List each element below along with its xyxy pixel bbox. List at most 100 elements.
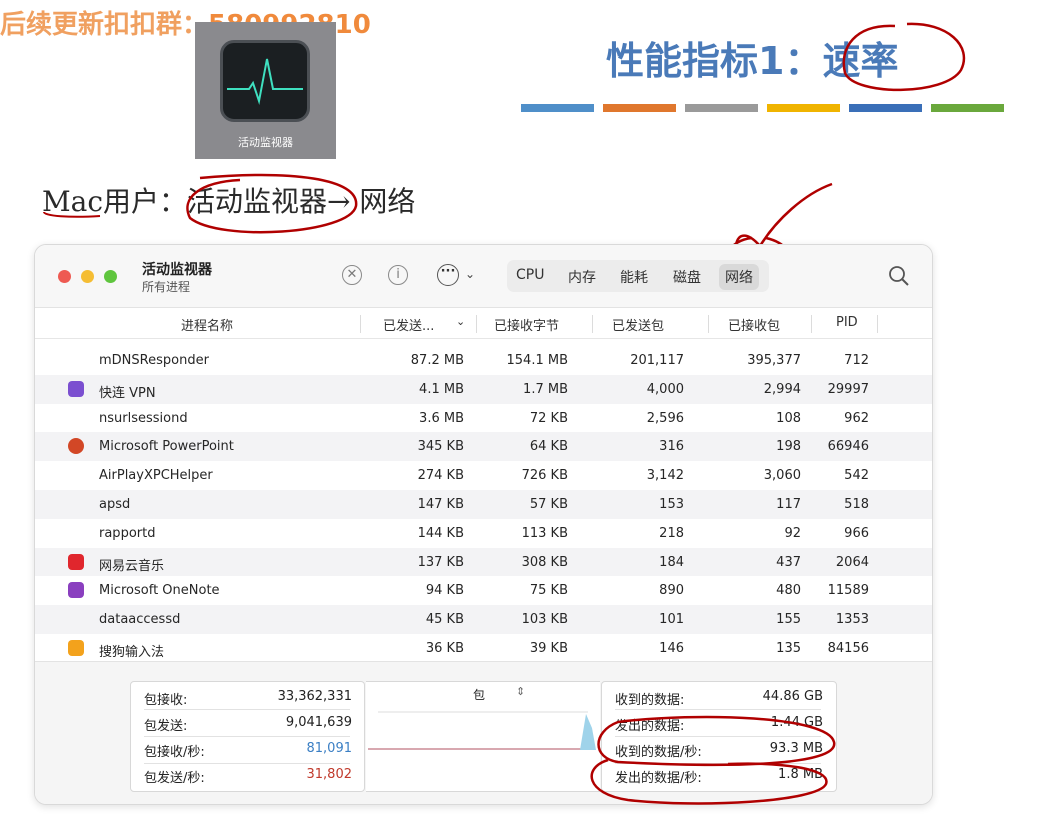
pid: 2064 (835, 554, 869, 570)
bytes-received: 103 KB (521, 612, 568, 628)
bytes-received: 39 KB (529, 640, 568, 656)
sogou-icon (68, 639, 84, 656)
stat-label: 包发送/秒: (144, 771, 205, 786)
row-app-icon (68, 467, 84, 483)
pid: 962 (844, 410, 869, 426)
packets-sent: 184 (659, 554, 684, 570)
bytes-received: 72 KB (529, 410, 568, 426)
bytes-sent: 36 KB (425, 640, 464, 656)
packets-received: 92 (784, 525, 801, 541)
process-name: mDNSResponder (99, 353, 209, 368)
tab-memory[interactable]: 内存 (568, 267, 596, 287)
table-row[interactable]: Microsoft PowerPoint 345 KB 64 KB 316 19… (35, 432, 932, 462)
window-toolbar: 活动监视器 所有进程 ✕ i ··· ⌄ CPU 内存 能耗 磁盘 网络 (35, 245, 932, 308)
more-options-icon[interactable]: ··· (437, 264, 459, 286)
process-name: 搜狗输入法 (99, 644, 165, 660)
pid: 11589 (827, 583, 869, 599)
powerpoint-icon (68, 438, 84, 455)
pid: 1353 (835, 612, 869, 628)
chevron-updown-icon[interactable]: ⇕ (516, 685, 525, 698)
packets-received: 437 (776, 554, 801, 570)
column-separator (811, 315, 812, 333)
tab-network[interactable]: 网络 (719, 264, 759, 290)
divider (615, 709, 821, 710)
stat-label: 包发送: (144, 719, 188, 734)
packets-sent: 201,117 (630, 353, 684, 368)
stop-process-icon[interactable]: ✕ (342, 265, 362, 285)
packets-received: 135 (776, 640, 801, 656)
bytes-received: 726 KB (521, 468, 568, 484)
packets-received: 480 (776, 583, 801, 599)
color-bar-segment (603, 104, 676, 112)
chevron-down-icon[interactable]: ⌄ (465, 267, 475, 281)
table-row[interactable]: apsd 147 KB 57 KB 153 117 518 (35, 489, 932, 519)
close-window-button[interactable] (58, 270, 71, 283)
packets-received: 395,377 (747, 353, 801, 368)
process-name: dataaccessd (99, 612, 181, 628)
packets-sent: 890 (659, 583, 684, 599)
table-row[interactable]: 搜狗输入法 36 KB 39 KB 146 135 84156 (35, 634, 932, 663)
process-name: apsd (99, 496, 131, 512)
pid: 518 (844, 496, 869, 512)
table-row[interactable]: 快连 VPN 4.1 MB 1.7 MB 4,000 2,994 29997 (35, 374, 932, 404)
tab-energy[interactable]: 能耗 (620, 267, 648, 287)
packets-received: 108 (776, 410, 801, 426)
info-icon[interactable]: i (388, 265, 408, 285)
bytes-sent: 147 KB (417, 496, 464, 512)
table-row[interactable]: rapportd 144 KB 113 KB 218 92 966 (35, 519, 932, 548)
process-name: Microsoft PowerPoint (99, 439, 234, 455)
column-bytes-received[interactable]: 已接收字节 (494, 315, 559, 334)
column-process-name[interactable]: 进程名称 (181, 315, 233, 334)
bytes-received: 57 KB (529, 496, 568, 512)
column-separator (360, 315, 361, 333)
table-row[interactable]: mDNSResponder 87.2 MB 154.1 MB 201,117 3… (35, 346, 932, 375)
color-bar-segment (521, 104, 594, 112)
window-subtitle[interactable]: 所有进程 (142, 278, 190, 295)
column-separator (592, 315, 593, 333)
process-name: 网易云音乐 (99, 558, 165, 574)
table-row[interactable]: Microsoft OneNote 94 KB 75 KB 890 480 11… (35, 576, 932, 605)
packets-received: 3,060 (763, 468, 801, 484)
divider (144, 763, 350, 764)
bytes-sent: 94 KB (425, 583, 464, 599)
tab-cpu[interactable]: CPU (516, 267, 544, 283)
column-separator (476, 315, 477, 333)
graph-mode-select[interactable]: 包 (473, 686, 485, 703)
traffic-graph: 包 ⇕ (366, 681, 600, 792)
bytes-received: 64 KB (529, 439, 568, 455)
tab-disk[interactable]: 磁盘 (673, 267, 701, 287)
app-icon-label: 活动监视器 (238, 136, 293, 149)
table-row[interactable]: 网易云音乐 137 KB 308 KB 184 437 2064 (35, 547, 932, 577)
row-app-icon (68, 352, 84, 368)
pid: 29997 (827, 381, 869, 397)
search-icon[interactable] (888, 265, 910, 287)
column-bytes-sent[interactable]: 已发送... (383, 315, 434, 334)
column-packets-sent[interactable]: 已发送包 (612, 315, 664, 334)
bytes-received: 113 KB (521, 525, 568, 541)
pid: 84156 (827, 640, 869, 656)
packets-sent: 101 (659, 612, 684, 628)
row-app-icon (68, 496, 84, 512)
process-name: nsurlsessiond (99, 410, 188, 426)
packets-sent: 153 (659, 496, 684, 512)
bytes-sent: 87.2 MB (410, 353, 464, 368)
divider (144, 736, 350, 737)
table-row[interactable]: nsurlsessiond 3.6 MB 72 KB 2,596 108 962 (35, 404, 932, 433)
minimize-window-button[interactable] (81, 270, 94, 283)
table-row[interactable]: AirPlayXPCHelper 274 KB 726 KB 3,142 3,0… (35, 461, 932, 490)
color-bar-segment (931, 104, 1004, 112)
column-packets-received[interactable]: 已接收包 (728, 315, 780, 334)
column-separator (877, 315, 878, 333)
vpn-icon (68, 380, 84, 397)
column-header-row: 进程名称 已发送... ⌄ 已接收字节 已发送包 已接收包 PID (35, 308, 932, 339)
sort-chevron-icon[interactable]: ⌄ (456, 315, 465, 328)
table-row[interactable]: dataaccessd 45 KB 103 KB 101 155 1353 (35, 605, 932, 634)
zoom-window-button[interactable] (104, 270, 117, 283)
activity-monitor-app-icon: 活动监视器 (195, 22, 336, 159)
column-pid[interactable]: PID (836, 315, 858, 330)
title-circle-annotation (842, 22, 966, 92)
packets-sent: 316 (659, 439, 684, 455)
bytes-sent: 45 KB (425, 612, 464, 628)
packets-received: 2,994 (763, 381, 801, 397)
color-bar-segment (849, 104, 922, 112)
